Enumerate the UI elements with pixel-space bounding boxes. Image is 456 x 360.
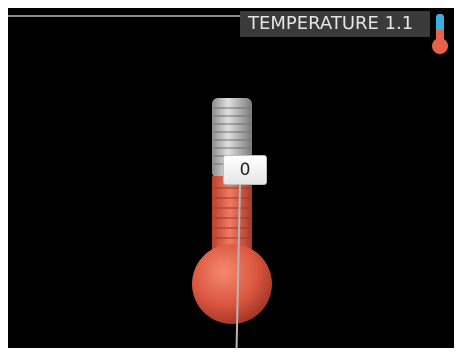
thermometer-illustration	[192, 98, 272, 324]
top-divider	[8, 15, 240, 17]
page-title: TEMPERATURE 1.1	[240, 11, 430, 37]
thermometer-icon	[432, 14, 448, 54]
temperature-value[interactable]: 0	[223, 155, 267, 185]
display-screen: TEMPERATURE 1.1 0	[8, 8, 454, 348]
